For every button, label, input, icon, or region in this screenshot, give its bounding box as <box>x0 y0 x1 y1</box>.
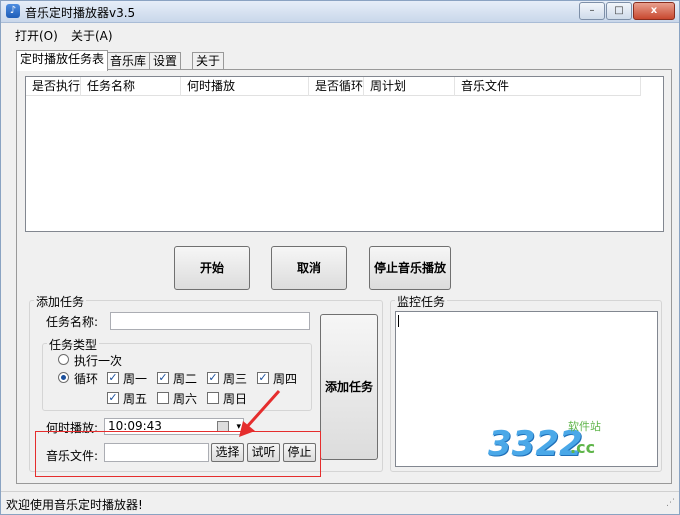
annotation-arrow-icon <box>239 389 281 437</box>
loop-label: 循环 <box>74 372 99 386</box>
sunday-checkbox[interactable] <box>207 392 219 404</box>
tab-about[interactable]: 关于 <box>192 52 225 70</box>
text-caret <box>398 315 399 327</box>
loop-radio[interactable] <box>58 372 69 383</box>
saturday-label: 周六 <box>173 392 198 406</box>
saturday-checkbox[interactable] <box>157 392 169 404</box>
maximize-button[interactable]: □ <box>606 2 632 20</box>
column-header-play-time[interactable]: 何时播放 <box>181 77 309 96</box>
column-header-task-name[interactable]: 任务名称 <box>81 77 181 96</box>
tab-schedule-table[interactable]: 定时播放任务表 <box>16 50 109 71</box>
add-task-group-title: 添加任务 <box>34 293 87 310</box>
task-name-label: 任务名称: <box>46 315 99 329</box>
start-button[interactable]: 开始 <box>174 246 250 290</box>
minimize-button[interactable]: – <box>579 2 605 20</box>
watermark-tag: 软件站 <box>568 420 601 433</box>
menu-open[interactable]: 打开(O) <box>15 27 58 44</box>
app-window: ♪ 音乐定时播放器v3.5 – □ x 打开(O) 关于(A) 定时播放任务表 … <box>0 0 680 515</box>
tab-music-library[interactable]: 音乐库 <box>106 52 151 70</box>
column-header-enabled[interactable]: 是否执行 <box>26 77 81 96</box>
monday-label: 周一 <box>123 372 148 386</box>
add-task-button[interactable]: 添加任务 <box>320 314 378 460</box>
watermark-domain: .cc <box>570 438 596 457</box>
column-header-loop[interactable]: 是否循环 <box>309 77 364 96</box>
column-header-music-file[interactable]: 音乐文件 <box>455 77 641 96</box>
task-type-group-title: 任务类型 <box>47 336 100 353</box>
stop-music-button[interactable]: 停止音乐播放 <box>369 246 451 290</box>
tuesday-label: 周二 <box>173 372 198 386</box>
tuesday-checkbox[interactable]: ✓ <box>157 372 169 384</box>
tab-settings[interactable]: 设置 <box>149 52 182 70</box>
wednesday-checkbox[interactable]: ✓ <box>207 372 219 384</box>
column-header-weekly-plan[interactable]: 周计划 <box>364 77 455 96</box>
status-text: 欢迎使用音乐定时播放器! <box>6 498 143 512</box>
run-once-radio[interactable] <box>58 354 69 365</box>
run-once-label: 执行一次 <box>74 354 123 368</box>
menu-about[interactable]: 关于(A) <box>71 27 113 44</box>
music-note-icon: ♪ <box>6 4 20 18</box>
window-controls: – □ x <box>578 2 675 20</box>
watermark-logo: 3322 .cc 软件站 <box>488 416 608 468</box>
resize-grip-icon[interactable]: ⋰ <box>666 498 675 508</box>
cancel-button[interactable]: 取消 <box>271 246 347 290</box>
monitor-task-group-title: 监控任务 <box>395 293 448 310</box>
task-list-header: 是否执行 任务名称 何时播放 是否循环 周计划 音乐文件 <box>26 77 641 96</box>
menu-bar: 打开(O) 关于(A) <box>1 23 679 45</box>
window-title: 音乐定时播放器v3.5 <box>25 6 136 20</box>
task-name-input[interactable] <box>110 312 310 330</box>
monday-checkbox[interactable]: ✓ <box>107 372 119 384</box>
friday-label: 周五 <box>123 392 148 406</box>
task-list[interactable]: 是否执行 任务名称 何时播放 是否循环 周计划 音乐文件 <box>25 76 664 232</box>
friday-checkbox[interactable]: ✓ <box>107 392 119 404</box>
close-button[interactable]: x <box>633 2 675 20</box>
status-bar: 欢迎使用音乐定时播放器! ⋰ <box>1 491 679 514</box>
title-bar[interactable]: ♪ 音乐定时播放器v3.5 – □ x <box>1 1 679 23</box>
